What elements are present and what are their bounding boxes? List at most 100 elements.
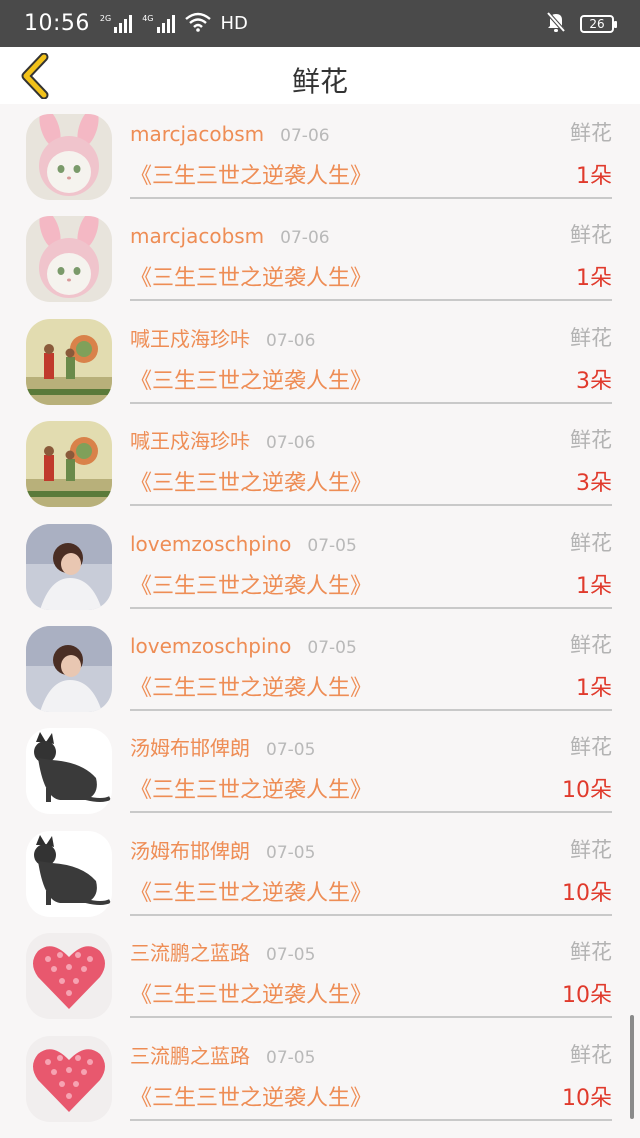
divider bbox=[130, 606, 612, 609]
status-time: 10:56 bbox=[24, 11, 90, 36]
bunny-cat-icon bbox=[26, 114, 112, 200]
gift-type: 鲜花 bbox=[570, 325, 612, 350]
status-bar: 10:56 2G 4G HD 26 bbox=[0, 0, 640, 47]
avatar[interactable] bbox=[26, 728, 112, 815]
net-4g-label: 4G bbox=[142, 13, 154, 23]
divider bbox=[130, 504, 612, 507]
username-text: 汤姆布邯俾朗 bbox=[130, 736, 250, 761]
gift-type: 鲜花 bbox=[570, 121, 612, 145]
battery-icon: 26 bbox=[580, 14, 617, 33]
date: 07-06 bbox=[280, 228, 330, 249]
heart-icon bbox=[26, 933, 112, 1020]
username-text: 汤姆布邯俾朗 bbox=[130, 838, 250, 863]
list-item[interactable]: 三流鹏之蓝路 07-05 鲜花 《三生三世之逆袭人生》 10朵 bbox=[0, 923, 640, 1025]
status-left: 10:56 2G 4G HD bbox=[24, 11, 248, 36]
flower-count: 10朵 bbox=[562, 778, 612, 804]
username: lovemzoschpino 07-05 bbox=[130, 634, 357, 660]
username: marcjacobsm 07-06 bbox=[130, 122, 330, 148]
flower-count: 1朵 bbox=[576, 573, 612, 599]
flower-count: 10朵 bbox=[562, 880, 612, 906]
username-text: marcjacobsm bbox=[130, 122, 265, 146]
avatar[interactable] bbox=[26, 830, 112, 917]
black-cat-icon bbox=[26, 830, 112, 917]
avatar[interactable] bbox=[26, 625, 112, 712]
list-item[interactable]: marcjacobsm 07-06 鲜花 《三生三世之逆袭人生》 1朵 bbox=[0, 104, 640, 206]
black-cat-icon bbox=[26, 728, 112, 815]
list-item[interactable]: 汤姆布邯俾朗 07-05 鲜花 《三生三世之逆袭人生》 10朵 bbox=[0, 718, 640, 820]
date: 07-05 bbox=[266, 740, 316, 761]
flower-count: 1朵 bbox=[576, 675, 612, 701]
list-item[interactable]: marcjacobsm 07-06 鲜花 《三生三世之逆袭人生》 1朵 bbox=[0, 206, 640, 308]
gift-type: 鲜花 bbox=[570, 428, 612, 453]
list-item[interactable]: lovemzoschpino 07-05 鲜花 《三生三世之逆袭人生》 1朵 bbox=[0, 616, 640, 718]
date: 07-05 bbox=[266, 945, 316, 966]
date: 07-05 bbox=[307, 637, 357, 658]
flower-count: 3朵 bbox=[576, 471, 612, 497]
username-text: 喊王戍海珍咔 bbox=[130, 429, 250, 454]
heart-icon bbox=[26, 1035, 112, 1122]
gift-type: 鲜花 bbox=[570, 837, 612, 862]
net-2g-label: 2G bbox=[99, 13, 112, 23]
avatar[interactable] bbox=[26, 216, 112, 303]
date: 07-06 bbox=[280, 126, 330, 146]
gift-type: 鲜花 bbox=[570, 735, 612, 760]
book-title[interactable]: 《三生三世之逆袭人生》 bbox=[130, 778, 372, 804]
list-item[interactable]: 汤姆布邯俾朗 07-05 鲜花 《三生三世之逆袭人生》 10朵 bbox=[0, 821, 640, 923]
page-title: 鲜花 bbox=[291, 65, 348, 98]
avatar[interactable] bbox=[26, 523, 112, 610]
signal-4g-icon: 4G bbox=[142, 13, 175, 33]
flower-count: 10朵 bbox=[562, 1085, 612, 1111]
date: 07-06 bbox=[266, 330, 316, 351]
book-title[interactable]: 《三生三世之逆袭人生》 bbox=[130, 676, 372, 702]
signal-2g-icon: 2G bbox=[99, 13, 133, 33]
gift-type: 鲜花 bbox=[570, 940, 612, 965]
avatar[interactable] bbox=[26, 114, 112, 200]
gift-type: 鲜花 bbox=[570, 223, 612, 248]
divider bbox=[130, 708, 612, 711]
divider bbox=[130, 1016, 612, 1019]
username: 喊王戍海珍咔 07-06 bbox=[130, 429, 315, 455]
username: 汤姆布邯俾朗 07-05 bbox=[130, 736, 315, 762]
avatar[interactable] bbox=[26, 318, 112, 405]
username: 汤姆布邯俾朗 07-05 bbox=[130, 839, 315, 865]
username-text: lovemzoschpino bbox=[130, 633, 292, 658]
gift-type: 鲜花 bbox=[570, 632, 612, 657]
username-text: marcjacobsm bbox=[130, 224, 265, 249]
date: 07-06 bbox=[266, 433, 316, 454]
book-title[interactable]: 《三生三世之逆袭人生》 bbox=[130, 164, 372, 190]
avatar[interactable] bbox=[26, 933, 112, 1020]
painting-icon bbox=[26, 318, 112, 405]
list-item[interactable]: 三流鹏之蓝路 07-05 鲜花 《三生三世之逆袭人生》 10朵 bbox=[0, 1026, 640, 1128]
avatar[interactable] bbox=[26, 1035, 112, 1122]
list-item[interactable]: 喊王戍海珍咔 07-06 鲜花 《三生三世之逆袭人生》 3朵 bbox=[0, 411, 640, 513]
book-title[interactable]: 《三生三世之逆袭人生》 bbox=[130, 369, 372, 395]
book-title[interactable]: 《三生三世之逆袭人生》 bbox=[130, 881, 372, 907]
username: marcjacobsm 07-06 bbox=[130, 224, 330, 250]
painting-icon bbox=[26, 421, 112, 508]
username: 三流鹏之蓝路 07-05 bbox=[130, 941, 315, 967]
gift-type: 鲜花 bbox=[570, 530, 612, 555]
book-title[interactable]: 《三生三世之逆袭人生》 bbox=[130, 266, 372, 292]
list-item[interactable]: lovemzoschpino 07-05 鲜花 《三生三世之逆袭人生》 1朵 bbox=[0, 514, 640, 616]
flower-list: marcjacobsm 07-06 鲜花 《三生三世之逆袭人生》 1朵 marcj… bbox=[0, 104, 640, 1138]
bunny-cat-icon bbox=[26, 216, 112, 303]
flower-count: 1朵 bbox=[576, 164, 612, 189]
username-text: lovemzoschpino bbox=[130, 531, 292, 556]
list-item[interactable]: 喊王戍海珍咔 07-06 鲜花 《三生三世之逆袭人生》 3朵 bbox=[0, 309, 640, 411]
book-title[interactable]: 《三生三世之逆袭人生》 bbox=[130, 471, 372, 497]
username: 三流鹏之蓝路 07-05 bbox=[130, 1044, 315, 1070]
scrollbar[interactable] bbox=[630, 1015, 634, 1119]
person-icon bbox=[26, 625, 112, 712]
book-title[interactable]: 《三生三世之逆袭人生》 bbox=[130, 1086, 372, 1112]
flower-count: 1朵 bbox=[576, 266, 612, 292]
gift-type: 鲜花 bbox=[570, 1042, 612, 1067]
username: lovemzoschpino 07-05 bbox=[130, 532, 357, 558]
book-title[interactable]: 《三生三世之逆袭人生》 bbox=[130, 574, 372, 600]
username-text: 三流鹏之蓝路 bbox=[130, 941, 250, 966]
divider bbox=[130, 913, 612, 916]
flower-count: 10朵 bbox=[562, 983, 612, 1009]
avatar[interactable] bbox=[26, 421, 112, 508]
person-icon bbox=[26, 523, 112, 610]
book-title[interactable]: 《三生三世之逆袭人生》 bbox=[130, 983, 372, 1009]
divider bbox=[130, 197, 612, 199]
